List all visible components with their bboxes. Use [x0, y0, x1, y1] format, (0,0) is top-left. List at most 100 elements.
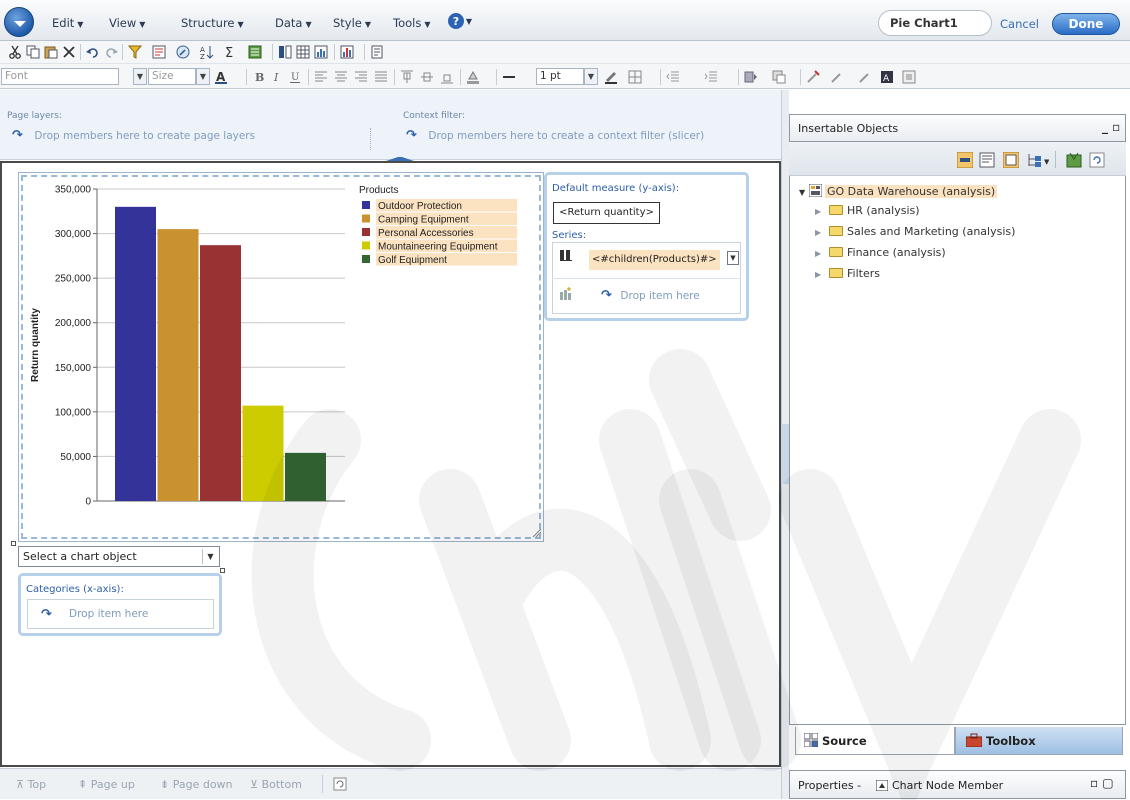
explore-icon[interactable] [176, 45, 190, 59]
cancel-button[interactable]: Cancel [1000, 17, 1039, 31]
menu-view[interactable]: View ▼ [109, 16, 145, 30]
menu-style[interactable]: Style ▼ [333, 16, 371, 30]
legend-swatch [362, 214, 370, 223]
refresh-page-icon[interactable] [333, 777, 347, 791]
chart-type-icon[interactable] [340, 45, 354, 59]
categories-drop-zone[interactable]: ↷ Drop item here [27, 599, 214, 629]
summarize-icon[interactable]: Σ [224, 45, 238, 59]
font-color-icon[interactable]: A [214, 70, 228, 84]
menu-tools[interactable]: Tools ▼ [393, 16, 431, 30]
restore-maximize-icon[interactable]: ▫ ▢ [1090, 776, 1114, 790]
resize-handle[interactable] [220, 568, 225, 573]
help-icon[interactable]: ? ▼ [447, 12, 473, 30]
suppress-icon[interactable] [152, 45, 166, 59]
collapsed-caret-icon[interactable]: ▶ [815, 207, 829, 216]
chart-frame[interactable]: 350,000 300,000 250,000 200,000 150,000 100,0… [18, 172, 544, 542]
resize-handle[interactable] [11, 541, 16, 546]
collapsed-caret-icon[interactable]: ▶ [815, 249, 829, 258]
context-filter-drop-zone[interactable]: ↷ Drop members here to create a context … [406, 128, 704, 143]
size-dropdown-icon[interactable]: ▼ [196, 68, 210, 85]
font-dropdown-icon[interactable]: ▼ [133, 68, 147, 85]
apply-style-icon[interactable] [830, 70, 844, 84]
valign-middle-icon[interactable] [420, 70, 434, 84]
border-width-dropdown-icon[interactable]: ▼ [584, 68, 598, 85]
app-menu-button[interactable] [4, 7, 34, 37]
view-members-icon[interactable] [957, 152, 973, 168]
tree-item-finance[interactable]: ▶ Finance (analysis) [815, 246, 946, 259]
page-layers-drop-zone[interactable]: ↷ Drop members here to create page layer… [12, 128, 255, 143]
tree-item-filters[interactable]: ▶ Filters [815, 267, 880, 280]
collapsed-caret-icon[interactable]: ▶ [815, 228, 829, 237]
align-right-icon[interactable] [354, 70, 368, 84]
chart-object-select-value: Select a chart object [23, 550, 137, 563]
expanded-caret-icon[interactable]: ▼ [799, 188, 809, 197]
sort-icon[interactable]: AZ [200, 45, 214, 59]
pick-up-style-icon[interactable] [806, 70, 820, 84]
done-button[interactable]: Done [1052, 13, 1120, 35]
measure-value[interactable]: <Return quantity> [553, 202, 660, 224]
align-left-icon[interactable] [314, 70, 328, 84]
series-dropdown-icon[interactable]: ▼ [727, 251, 739, 265]
page-down-button[interactable]: ⇟ Page down [160, 778, 233, 791]
menu-edit[interactable]: Edit ▼ [52, 16, 83, 30]
menu-structure[interactable]: Structure ▼ [181, 16, 244, 30]
italic-icon[interactable]: I [270, 70, 284, 84]
collapsed-caret-icon[interactable]: ▶ [815, 270, 829, 279]
style-icon[interactable] [744, 70, 758, 84]
page-top-button[interactable]: ⊼ Top [16, 778, 46, 791]
tree-item-sales-and-marketing[interactable]: ▶ Sales and Marketing (analysis) [815, 225, 1015, 238]
background-color-icon[interactable] [466, 70, 480, 84]
decrease-indent-icon[interactable] [666, 70, 680, 84]
tab-source[interactable]: Source [795, 727, 955, 755]
valign-bottom-icon[interactable] [440, 70, 454, 84]
chevron-down-icon[interactable]: ▼ [202, 549, 218, 564]
insert-chart-icon[interactable] [314, 45, 328, 59]
tree-view-icon[interactable]: ▼ [1027, 152, 1049, 168]
page-up-button[interactable]: ⇞ Page up [78, 778, 135, 791]
undo-icon[interactable] [86, 45, 100, 59]
delete-icon[interactable] [62, 45, 76, 59]
page-bottom-button[interactable]: ⊻ Bottom [250, 778, 302, 791]
swap-icon[interactable] [278, 45, 292, 59]
view-properties-icon[interactable] [1003, 152, 1019, 168]
font-style-icon[interactable]: A [880, 70, 894, 84]
reset-icon[interactable] [902, 70, 916, 84]
border-width-input[interactable]: 1 pt [536, 68, 584, 85]
tab-toolbox[interactable]: Toolbox [955, 727, 1123, 755]
splitter-handle[interactable] [781, 424, 789, 484]
series-drop-zone[interactable]: ↷ Drop item here [601, 288, 700, 303]
conditional-style-icon[interactable] [772, 70, 786, 84]
package-icon[interactable] [1066, 152, 1082, 168]
tree-item-hr[interactable]: ▶ HR (analysis) [815, 204, 920, 217]
series-divider [552, 278, 741, 279]
border-style-icon[interactable] [502, 70, 516, 84]
redo-icon[interactable] [104, 45, 118, 59]
series-value[interactable]: <#children(Products)#> [589, 250, 720, 270]
legend-swatch [362, 255, 370, 263]
report-properties-icon[interactable] [370, 45, 384, 59]
align-center-icon[interactable] [334, 70, 348, 84]
bold-icon[interactable]: B [252, 70, 266, 84]
menu-data[interactable]: Data ▼ [275, 16, 312, 30]
filter-icon[interactable] [128, 45, 142, 59]
increase-indent-icon[interactable] [704, 70, 718, 84]
categories-panel: Categories (x-axis): ↷ Drop item here [18, 573, 222, 636]
font-input[interactable]: Font [1, 68, 119, 85]
view-metadata-icon[interactable] [979, 152, 995, 168]
chart-object-select[interactable]: Select a chart object ▼ [18, 546, 220, 567]
calculate-icon[interactable] [248, 45, 262, 59]
copy-icon[interactable] [26, 45, 40, 59]
border-color-icon[interactable] [604, 70, 618, 84]
refresh-icon[interactable] [1089, 152, 1105, 168]
paste-icon[interactable] [44, 45, 58, 59]
tree-item-go-data-warehouse[interactable]: ▼ GO Data Warehouse (analysis) [799, 184, 998, 198]
crosstab-icon[interactable] [296, 45, 310, 59]
borders-icon[interactable] [628, 70, 642, 84]
cut-icon[interactable] [8, 45, 22, 59]
size-input[interactable]: Size [148, 68, 196, 85]
clear-style-icon[interactable] [858, 70, 872, 84]
justify-icon[interactable] [374, 70, 388, 84]
valign-top-icon[interactable] [400, 70, 414, 84]
underline-icon[interactable]: U [288, 70, 302, 84]
minimize-restore-icon[interactable]: _ ▫ [1102, 120, 1120, 134]
